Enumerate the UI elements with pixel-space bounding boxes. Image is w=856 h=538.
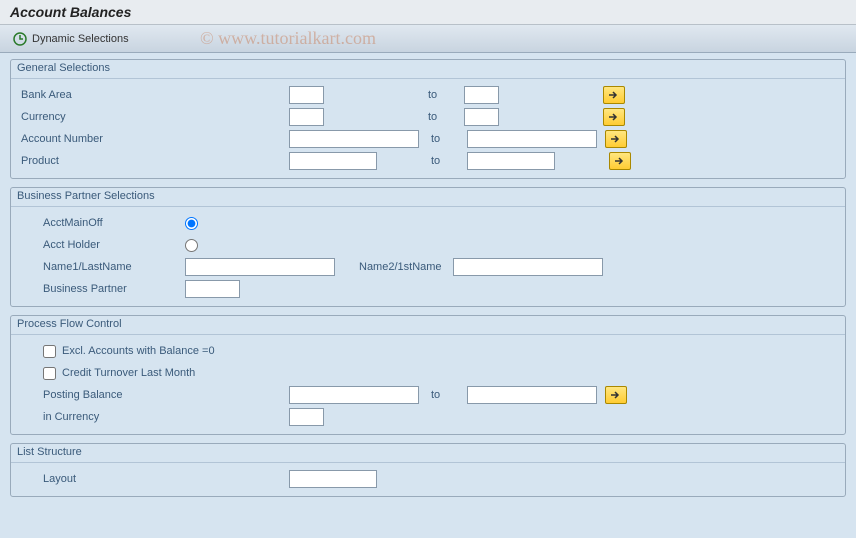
in-currency-input[interactable] [289,408,324,426]
credit-turnover-checkbox[interactable] [43,367,56,380]
posting-balance-multi-button[interactable] [605,386,627,404]
to-label: to [423,389,463,401]
acct-holder-radio[interactable] [185,239,198,252]
to-label: to [420,89,460,101]
posting-balance-to-input[interactable] [467,386,597,404]
group-business-partner: Business Partner Selections AcctMainOff … [10,187,846,307]
currency-multi-button[interactable] [603,108,625,126]
posting-balance-from-input[interactable] [289,386,419,404]
window-title: Account Balances [0,0,856,25]
acct-main-off-label: AcctMainOff [21,217,181,229]
group-process-flow: Process Flow Control Excl. Accounts with… [10,315,846,435]
product-to-input[interactable] [467,152,555,170]
acct-holder-label: Acct Holder [21,239,181,251]
posting-balance-label: Posting Balance [21,389,181,401]
account-number-multi-button[interactable] [605,130,627,148]
group-title-bp: Business Partner Selections [11,188,845,207]
product-multi-button[interactable] [609,152,631,170]
currency-to-input[interactable] [464,108,499,126]
in-currency-label: in Currency [21,411,181,423]
layout-input[interactable] [289,470,377,488]
account-number-from-input[interactable] [289,130,419,148]
account-number-to-input[interactable] [467,130,597,148]
account-number-label: Account Number [21,133,181,145]
layout-label: Layout [21,473,181,485]
bank-area-from-input[interactable] [289,86,324,104]
name1-input[interactable] [185,258,335,276]
content-area: General Selections Bank Area to Currency… [0,53,856,538]
group-title-general: General Selections [11,60,845,79]
dynamic-selections-label: Dynamic Selections [32,33,129,45]
excl-zero-checkbox[interactable] [43,345,56,358]
currency-label: Currency [21,111,181,123]
product-from-input[interactable] [289,152,377,170]
bank-area-label: Bank Area [21,89,181,101]
credit-turnover-label: Credit Turnover Last Month [62,367,195,379]
name1-label: Name1/LastName [21,261,181,273]
toolbar: Dynamic Selections [0,25,856,53]
bank-area-to-input[interactable] [464,86,499,104]
bank-area-multi-button[interactable] [603,86,625,104]
arrow-right-icon [610,134,622,144]
acct-main-off-radio[interactable] [185,217,198,230]
product-label: Product [21,155,181,167]
name2-input[interactable] [453,258,603,276]
name2-label: Name2/1stName [339,261,449,273]
group-title-pfc: Process Flow Control [11,316,845,335]
dynamic-selections-button[interactable]: Dynamic Selections [8,29,133,49]
arrow-right-icon [614,156,626,166]
group-title-ls: List Structure [11,444,845,463]
arrow-right-icon [608,90,620,100]
to-label: to [420,111,460,123]
page-title: Account Balances [10,4,131,20]
excl-zero-label: Excl. Accounts with Balance =0 [62,345,215,357]
business-partner-label: Business Partner [21,283,181,295]
to-label: to [423,155,463,167]
group-list-structure: List Structure Layout [10,443,846,497]
arrow-right-icon [608,112,620,122]
currency-from-input[interactable] [289,108,324,126]
dynamic-selections-icon [12,31,28,47]
arrow-right-icon [610,390,622,400]
group-general-selections: General Selections Bank Area to Currency… [10,59,846,179]
to-label: to [423,133,463,145]
business-partner-input[interactable] [185,280,240,298]
